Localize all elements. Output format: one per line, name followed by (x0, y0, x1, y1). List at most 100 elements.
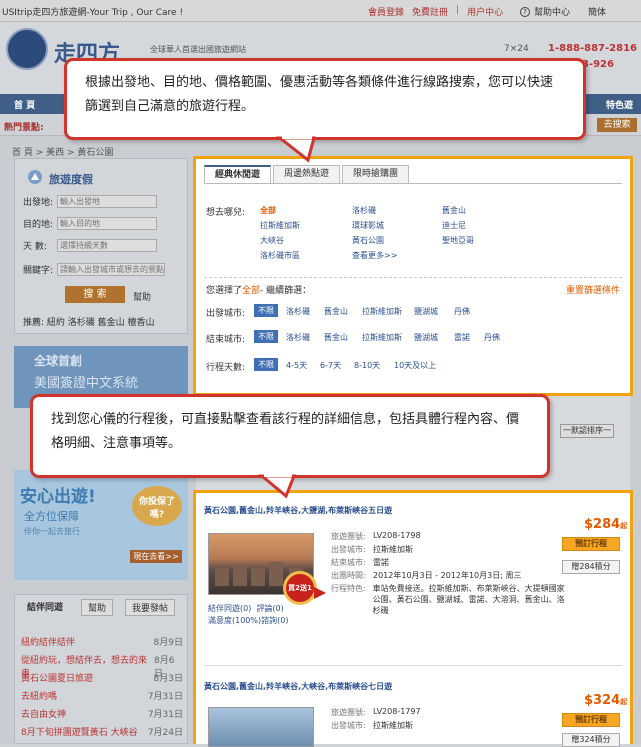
dest-las-vegas[interactable]: 拉斯維加斯 (260, 220, 300, 231)
to-input[interactable] (57, 217, 157, 230)
tour-thumbnail[interactable] (208, 707, 314, 747)
end-city-option[interactable]: 鹽湖城 (414, 332, 438, 343)
dest-los-angeles[interactable]: 洛杉磯 (352, 205, 376, 216)
list-item[interactable]: 黃石公園夏日旅遊 8月3日 (21, 671, 183, 689)
tab-help[interactable]: 幫助 (81, 599, 114, 616)
days-label: 天 數: (23, 242, 47, 252)
days-row: 天 數: (23, 239, 157, 252)
dest-disney[interactable]: 迪士尼 (442, 220, 466, 231)
list-item[interactable]: 去自由女神 7月31日 (21, 707, 183, 725)
info-key: 出發城市: (331, 545, 366, 554)
recommend-cities: 推薦: 紐約 洛杉磯 舊金山 檀香山 (23, 318, 155, 328)
start-city-option[interactable]: 拉斯維加斯 (362, 306, 402, 317)
end-city-option[interactable]: 拉斯維加斯 (362, 332, 402, 343)
price-value: $284 (584, 517, 621, 532)
points-button[interactable]: 贈284積分 (562, 560, 620, 574)
language-switch[interactable]: 簡体 (588, 5, 606, 18)
selected-value: 全部 (242, 286, 261, 296)
start-city-option[interactable]: 洛杉磯 (286, 306, 310, 317)
to-row: 目的地: (23, 217, 157, 230)
end-city-filter: 結束城市: 不限 洛杉磯 舊金山 拉斯維加斯 鹽湖城 雷諾 丹佛 (206, 329, 626, 345)
house-shape (215, 568, 229, 586)
tour-title-link[interactable]: 黃石公園,舊金山,羚羊峽谷,大峽谷,布萊斯峽谷七日遊 (204, 681, 392, 692)
end-city-option[interactable]: 雷諾 (454, 332, 470, 343)
insurance-ad-bubble: 你投保了嗎? (132, 486, 182, 526)
user-center-link[interactable]: 用户中心 (467, 5, 503, 18)
item-date: 7月31日 (147, 710, 183, 720)
house-shape (251, 568, 265, 586)
list-item[interactable]: 去紐約嗎 7月31日 (21, 689, 183, 707)
duration-option[interactable]: 6-7天 (320, 360, 341, 371)
duration-label: 行程天數: (206, 363, 246, 373)
callout-pointer-icon (275, 136, 316, 163)
end-city-option[interactable]: 舊金山 (324, 332, 348, 343)
help-link[interactable]: 幫助 (133, 290, 151, 303)
forum-list: 紐約結伴結伴 8月9日 從紐約玩，想結伴去，想去的來串 8月6日 黃石公園夏日旅遊 8… (21, 635, 183, 743)
hot-search-button[interactable]: 去搜索 (597, 118, 637, 132)
tab-companion[interactable]: 結伴同遊 (21, 599, 70, 616)
list-item[interactable]: 8月下旬拼團遊覽黃石 大峽谷 7月24日 (21, 725, 183, 743)
dest-san-francisco[interactable]: 舊金山 (442, 205, 466, 216)
filter-panel: 經典休閒遊 周邊熱點遊 限時搶購團 想去哪兒: 全部 洛杉磯 舊金山 拉斯維加斯… (193, 156, 633, 396)
divider (204, 277, 622, 278)
nav-home[interactable]: 首 頁 (14, 98, 35, 111)
duration-option[interactable]: 4-5天 (286, 360, 307, 371)
tab-post[interactable]: 我要發帖 (125, 599, 176, 616)
start-city-option[interactable]: 舊金山 (324, 306, 348, 317)
start-city-any[interactable]: 不限 (254, 304, 278, 317)
info-key: 行程特色: (331, 584, 366, 593)
top-links: 會員登錄 免費註冊 | 用户中心 (368, 5, 503, 18)
sort-select[interactable]: 一默認排序一 (560, 424, 614, 438)
days-select[interactable] (57, 239, 157, 252)
dest-all[interactable]: 全部 (260, 205, 276, 216)
duration-option[interactable]: 8-10天 (354, 360, 380, 371)
tab-flash-sale[interactable]: 限時搶購團 (342, 165, 410, 183)
register-link[interactable]: 免費註冊 (412, 5, 448, 18)
search-button[interactable]: 搜 索 (65, 286, 125, 303)
list-item[interactable]: 從紐約玩，想結伴去，想去的來串 8月6日 (21, 653, 183, 679)
selected-suffix: - 繼續篩選： (260, 286, 312, 296)
insurance-ad-banner[interactable]: 安心出遊! 全方位保障 伴你一起去旅行 你投保了嗎? 現在去看>> (14, 470, 188, 580)
login-link[interactable]: 會員登錄 (368, 5, 404, 18)
tab-nearby-tours[interactable]: 周邊熱點遊 (273, 165, 341, 183)
from-input[interactable] (57, 195, 157, 208)
reset-filters-link[interactable]: 重置篩選條件 (566, 283, 620, 296)
book-tour-button[interactable]: 預訂行程 (562, 713, 620, 727)
end-city-option[interactable]: 洛杉磯 (286, 332, 310, 343)
item-title: 黃石公園夏日旅遊 (21, 674, 94, 684)
duration-option[interactable]: 10天及以上 (394, 360, 436, 371)
tour-title-link[interactable]: 黃石公園,舊金山,羚羊峽谷,大鹽湖,布萊斯峽谷五日遊 (204, 505, 392, 516)
dest-la-downtown[interactable]: 洛杉磯市區 (260, 250, 300, 261)
duration-any[interactable]: 不限 (254, 358, 278, 371)
tour-start-city: 拉斯維加斯 (373, 721, 413, 730)
end-city-any[interactable]: 不限 (254, 330, 278, 343)
dest-grand-canyon[interactable]: 大峽谷 (260, 235, 284, 246)
from-row: 出發地: (23, 195, 157, 208)
dest-yellowstone[interactable]: 黃石公園 (352, 235, 384, 246)
question-icon: ? (520, 6, 530, 17)
info-row: 出發城市: 拉斯維加斯 (331, 720, 571, 733)
info-row: 結束城市: 雷諾 (331, 557, 571, 570)
tab-classic-tours[interactable]: 經典休閒遊 (204, 165, 272, 183)
review-count-link[interactable]: 評論(0) (256, 604, 283, 613)
start-city-option[interactable]: 鹽湖城 (414, 306, 438, 317)
info-row: 出發城市: 拉斯維加斯 (331, 544, 571, 557)
item-title: 從紐約玩，想結伴去，想去的來串 (21, 656, 148, 679)
book-tour-button[interactable]: 預訂行程 (562, 537, 620, 551)
destination-label: 想去哪兒: (206, 208, 246, 218)
keyword-label: 關鍵字: (23, 266, 54, 276)
dest-universal-studios[interactable]: 環球影城 (352, 220, 384, 231)
points-button[interactable]: 贈324積分 (562, 733, 620, 747)
dest-more-link[interactable]: 查看更多>> (352, 250, 397, 261)
companion-count-link[interactable]: 結伴同遊(0) (208, 604, 251, 613)
insurance-ad-cta[interactable]: 現在去看>> (130, 550, 182, 563)
list-item[interactable]: 紐約結伴結伴 8月9日 (21, 635, 183, 653)
help-center-link[interactable]: ? 幫助中心 (520, 5, 570, 18)
start-city-option[interactable]: 丹佛 (454, 306, 470, 317)
info-row: 旅遊團號: LV208-1798 (331, 531, 571, 544)
satisfaction-link[interactable]: 滿意度(100%)諮詢(0) (208, 615, 288, 627)
keyword-input[interactable] (57, 263, 165, 276)
dest-san-diego[interactable]: 聖地亞哥 (442, 235, 474, 246)
nav-special-tours[interactable]: 特色遊 (606, 98, 633, 111)
end-city-option[interactable]: 丹佛 (484, 332, 500, 343)
